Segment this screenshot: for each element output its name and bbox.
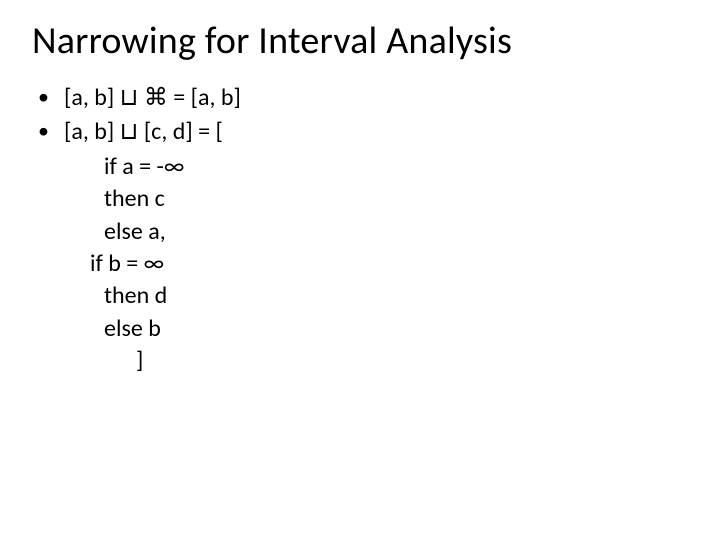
slide-body: • [a, b] ⊔ ⌘ = [a, b] • [a, b] ⊔ [c, d] … [28, 82, 692, 378]
line-else-b: else b [28, 313, 692, 345]
bullet-item-2: • [a, b] ⊔ [c, d] = [ [28, 116, 692, 148]
bullet-marker: • [28, 82, 64, 112]
line-then-d: then d [28, 280, 692, 312]
bullet-marker: • [28, 116, 64, 146]
line-if-b: if b = ∞ [28, 248, 692, 280]
line-then-c: then c [28, 183, 692, 215]
line-close-bracket: ] [28, 345, 692, 377]
line-if-a: if a = -∞ [28, 151, 692, 183]
bullet-2-text: [a, b] ⊔ [c, d] = [ [64, 116, 692, 148]
bullet-1-text: [a, b] ⊔ ⌘ = [a, b] [64, 82, 692, 114]
slide-title: Narrowing for Interval Analysis [32, 18, 692, 64]
line-else-a: else a, [28, 216, 692, 248]
bullet-item-1: • [a, b] ⊔ ⌘ = [a, b] [28, 82, 692, 114]
